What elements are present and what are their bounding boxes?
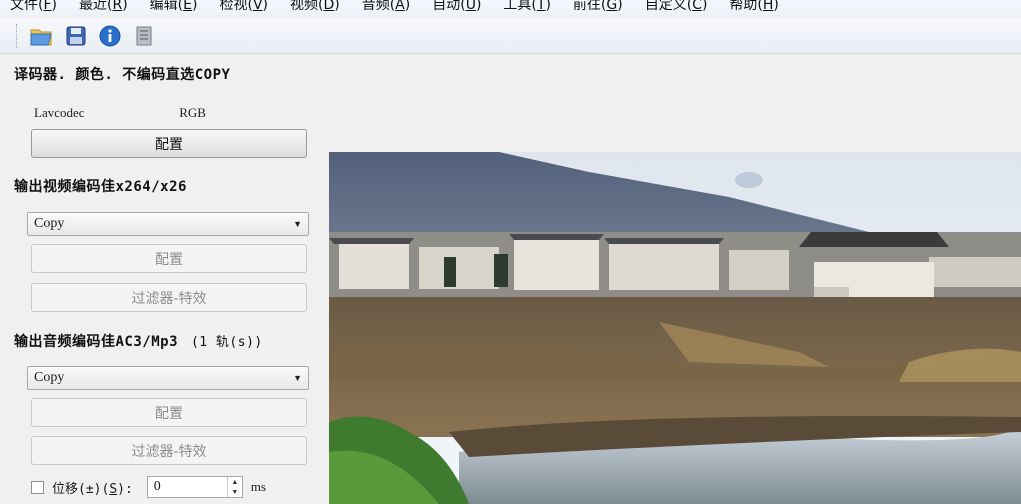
offset-checkbox[interactable] bbox=[31, 480, 44, 494]
menu-item-label: 文件( bbox=[10, 0, 44, 13]
menu-item-hotkey: V bbox=[252, 0, 263, 13]
offset-label-suffix: ): bbox=[117, 481, 133, 497]
properties-icon[interactable] bbox=[130, 22, 158, 50]
menu-item-label: 自定义( bbox=[644, 0, 693, 13]
audio-codec-value: Copy bbox=[34, 370, 65, 385]
audio-track-count: (1 轨(s)) bbox=[190, 335, 263, 350]
spin-arrows-icon[interactable]: ▲ ▼ bbox=[226, 477, 242, 497]
audio-filter-button[interactable]: 过滤器-特效 bbox=[31, 436, 307, 465]
menu-item-suffix: ) bbox=[475, 0, 482, 13]
menu-item[interactable]: 前往(G) bbox=[573, 0, 623, 14]
menu-item-hotkey: U bbox=[465, 0, 476, 13]
offset-label-prefix: 位移(±)( bbox=[52, 481, 110, 497]
offset-unit: ms bbox=[250, 479, 266, 494]
menu-item-label: 编辑( bbox=[149, 0, 184, 13]
video-codec-select[interactable]: Copy ▼ bbox=[27, 212, 309, 236]
menu-item-suffix: ) bbox=[404, 0, 411, 13]
menu-item-label: 最近( bbox=[79, 0, 113, 13]
chevron-down-icon: ▼ bbox=[293, 219, 302, 229]
menu-item[interactable]: 工具(T) bbox=[503, 0, 551, 14]
menu-item-suffix: ) bbox=[701, 0, 708, 13]
menu-item-suffix: ) bbox=[262, 0, 268, 13]
menu-item-suffix: ) bbox=[122, 0, 128, 13]
video-config-button[interactable]: 配置 bbox=[31, 244, 307, 273]
audio-codec-select[interactable]: Copy ▼ bbox=[27, 366, 309, 390]
menu-item-label: 视频( bbox=[289, 0, 324, 13]
open-folder-icon[interactable] bbox=[28, 22, 56, 50]
menu-item-label: 检视( bbox=[219, 0, 253, 13]
offset-label-key: S bbox=[109, 481, 118, 497]
menu-item-suffix: ) bbox=[51, 0, 57, 13]
menu-item[interactable]: 帮助(H) bbox=[729, 0, 778, 14]
menu-item-hotkey: H bbox=[762, 0, 774, 13]
toolbar-grip[interactable] bbox=[16, 23, 20, 48]
menu-item-label: 音频( bbox=[361, 0, 396, 13]
video-codec-value: Copy bbox=[34, 216, 65, 231]
video-preview bbox=[329, 152, 1021, 504]
decoder-codec-label: Lavcodec bbox=[34, 105, 85, 120]
menu-item-hotkey: D bbox=[323, 0, 335, 13]
decoder-info-row: Lavcodec RGB bbox=[34, 105, 206, 121]
menu-item-suffix: ) bbox=[617, 0, 623, 13]
video-filter-button[interactable]: 过滤器-特效 bbox=[31, 283, 307, 312]
menu-item[interactable]: 自定义(C) bbox=[645, 0, 708, 14]
menu-item[interactable]: 文件(F) bbox=[10, 0, 57, 14]
menu-item-label: 帮助( bbox=[729, 0, 763, 13]
menu-item[interactable]: 视频(D) bbox=[290, 0, 340, 14]
menu-item-label: 前往( bbox=[572, 0, 607, 13]
info-icon[interactable] bbox=[96, 22, 124, 50]
menu-item[interactable]: 最近(R) bbox=[79, 0, 128, 14]
audio-config-button[interactable]: 配置 bbox=[31, 398, 307, 427]
video-section-title: 输出视频编码佳x264/x26 bbox=[14, 179, 187, 195]
toolbar bbox=[0, 18, 1021, 54]
offset-spinbox[interactable]: 0 ▲ ▼ bbox=[146, 476, 243, 498]
audio-section-title: 输出音频编码佳AC3/Mp3 (1 轨(s)) bbox=[14, 331, 263, 351]
menu-item-suffix: ) bbox=[334, 0, 340, 13]
menu-item-hotkey: C bbox=[692, 0, 702, 13]
menu-item[interactable]: 音频(A) bbox=[362, 0, 411, 14]
offset-value: 0 bbox=[153, 479, 161, 494]
offset-row: 位移(±)(S): 0 ▲ ▼ ms bbox=[31, 476, 266, 498]
menu-item-suffix: ) bbox=[545, 0, 551, 13]
menu-item-hotkey: A bbox=[395, 0, 405, 13]
menu-item-label: 工具( bbox=[503, 0, 537, 13]
decoder-section-title: 译码器. 颜色. 不编码直选COPY bbox=[14, 67, 231, 83]
menu-item-suffix: ) bbox=[192, 0, 198, 13]
menu-item-hotkey: F bbox=[43, 0, 52, 13]
preview-landscape-image bbox=[329, 152, 1021, 504]
menu-item-hotkey: G bbox=[606, 0, 618, 13]
menu-item-hotkey: E bbox=[183, 0, 192, 13]
offset-label: 位移(±)(S): bbox=[52, 478, 133, 497]
menu-item[interactable]: 自动(U) bbox=[432, 0, 481, 14]
decoder-color-label: RGB bbox=[179, 105, 206, 120]
menu-item[interactable]: 编辑(E) bbox=[150, 0, 198, 14]
audio-section-label: 输出音频编码佳AC3/Mp3 bbox=[14, 334, 179, 350]
decoder-config-button[interactable]: 配置 bbox=[31, 129, 307, 158]
menu-item-hotkey: R bbox=[112, 0, 123, 13]
save-disk-icon[interactable] bbox=[62, 22, 90, 50]
menu-bar: 文件(F) 最近(R) 编辑(E) 检视(V) 视频(D) 音频(A) 自动(U) 工具(T)… bbox=[0, 0, 1021, 16]
menu-item[interactable]: 检视(V) bbox=[219, 0, 268, 14]
menu-item-label: 自动( bbox=[432, 0, 466, 13]
settings-panel: 译码器. 颜色. 不编码直选COPY Lavcodec RGB 配置 输出视频编… bbox=[0, 55, 328, 504]
menu-item-suffix: ) bbox=[773, 0, 779, 13]
chevron-down-icon: ▼ bbox=[293, 373, 302, 383]
